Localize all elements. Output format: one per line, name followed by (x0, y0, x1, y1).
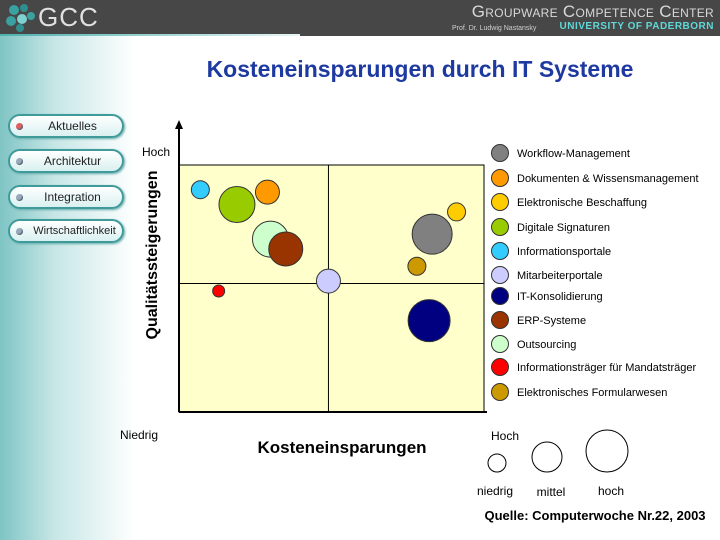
y-axis-arrow-icon (175, 120, 183, 129)
legend-label: Digitale Signaturen (517, 222, 610, 234)
legend-swatch (491, 383, 509, 401)
legend-swatch (491, 335, 509, 353)
size-legend-circle (531, 441, 563, 473)
y-axis-label: Qualitätssteigerungen (144, 171, 161, 340)
bubble-0 (411, 213, 453, 255)
bubble-7 (268, 231, 304, 267)
legend-label: Dokumenten & Wissensmanagement (517, 173, 699, 185)
x-high-label: Hoch (491, 429, 519, 443)
legend-swatch (491, 144, 509, 162)
bubble-3 (218, 186, 256, 224)
x-low-label: Niedrig (120, 428, 158, 442)
legend-swatch (491, 287, 509, 305)
legend-label: Elektronische Beschaffung (517, 197, 647, 209)
bubble-6 (407, 299, 451, 343)
legend-label: Workflow-Management (517, 148, 630, 160)
size-legend-label: niedrig (477, 484, 513, 498)
size-legend-circle (487, 453, 507, 473)
bubble-4 (190, 180, 210, 200)
legend-swatch (491, 218, 509, 236)
legend-swatch (491, 266, 509, 284)
legend-swatch (491, 169, 509, 187)
legend-label: Elektronisches Formularwesen (517, 387, 667, 399)
legend-label: IT-Konsolidierung (517, 291, 603, 303)
size-legend-circle (585, 429, 629, 473)
bubble-chart: Hoch Niedrig Hoch Kosteneinsparungen Qua… (120, 120, 699, 499)
legend-label: Outsourcing (517, 339, 576, 351)
size-legend-label: hoch (598, 484, 624, 498)
legend-label: Mitarbeiterportale (517, 270, 603, 282)
legend-label: ERP-Systeme (517, 315, 586, 327)
legend-swatch (491, 358, 509, 376)
legend-swatch (491, 193, 509, 211)
y-high-label: Hoch (142, 145, 170, 159)
legend-label: Informationsportale (517, 246, 611, 258)
bubble-1 (254, 179, 280, 205)
bubble-10 (407, 256, 427, 276)
bubble-5 (315, 268, 341, 294)
source-note: Quelle: Computerwoche Nr.22, 2003 (484, 508, 706, 523)
size-legend-label: mittel (537, 485, 566, 499)
legend-swatch (491, 242, 509, 260)
legend-swatch (491, 311, 509, 329)
x-axis-label: Kosteneinsparungen (257, 438, 426, 457)
bubble-9 (212, 284, 226, 298)
legend-label: Informationsträger für Mandatsträger (517, 362, 696, 374)
bubble-2 (447, 202, 467, 222)
